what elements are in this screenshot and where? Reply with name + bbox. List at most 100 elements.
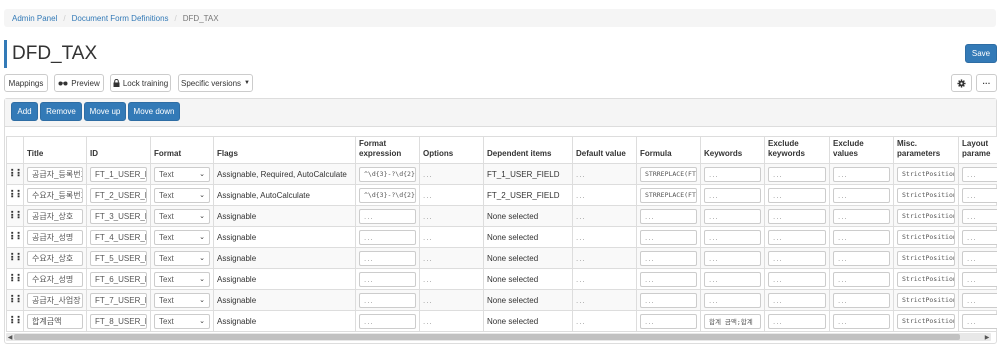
misc-parameters-cell-input[interactable]: StrictPosition [897,187,955,203]
drag-handle-cell[interactable]: ⠇⠇ [6,247,24,269]
keywords-cell-input[interactable]: ... [704,187,761,203]
keywords-cell-input[interactable]: ... [704,271,761,287]
column-header-formula[interactable]: Formula [636,136,701,164]
lock-training-button[interactable]: Lock training [110,74,171,92]
exclude-values-cell-input[interactable]: ... [833,166,890,182]
exclude-values-cell-input[interactable]: ... [833,208,890,224]
formula-cell-input[interactable]: ... [640,250,697,266]
drag-handle-icon[interactable]: ⠇⠇ [10,253,23,264]
misc-parameters-cell-input[interactable]: StrictPosition [897,271,955,287]
exclude-values-cell-input[interactable]: ... [833,271,890,287]
options-cell[interactable]: ... [419,247,484,269]
layout-parameters-cell-input[interactable]: ... [962,187,997,203]
misc-parameters-cell-input[interactable]: StrictPosition [897,250,955,266]
title-cell-input[interactable]: 수요자_성명 [27,271,83,287]
options-cell[interactable]: ... [419,310,484,332]
exclude-keywords-cell-input[interactable]: ... [768,229,826,245]
scroll-left-arrow-icon[interactable]: ◀ [6,333,14,341]
flags-cell[interactable]: Assignable [213,268,356,290]
move-up-button[interactable]: Move up [84,102,126,121]
column-header-flags[interactable]: Flags [213,136,356,164]
drag-handle-icon[interactable]: ⠇⠇ [10,190,23,201]
misc-parameters-cell-input[interactable]: StrictPosition [897,166,955,182]
format-expression-cell-input[interactable]: ... [359,229,416,245]
formula-cell-input[interactable]: STRREPLACE(FT [640,187,697,203]
flags-cell[interactable]: Assignable, Required, AutoCalculate [213,163,356,185]
more-options-button[interactable]: ··· [976,74,997,92]
keywords-cell-input[interactable]: 합계 금액;합계 [704,313,761,329]
drag-handle-icon[interactable]: ⠇⠇ [10,274,23,285]
format-expression-cell-input[interactable]: ... [359,292,416,308]
keywords-cell-input[interactable]: ... [704,166,761,182]
column-header-layout-parameters[interactable]: Layout parame [958,136,997,164]
title-cell-input[interactable]: 수요자_상호 [27,250,83,266]
preview-button[interactable]: Preview [54,74,104,92]
column-header-id[interactable]: ID [86,136,151,164]
format-select[interactable]: Text ⌄ [154,187,210,203]
dependent-items-cell[interactable]: FT_1_USER_FIELD [483,163,573,185]
exclude-keywords-cell-input[interactable]: ... [768,271,826,287]
format-select[interactable]: Text ⌄ [154,271,210,287]
flags-cell[interactable]: Assignable [213,289,356,311]
flags-cell[interactable]: Assignable [213,205,356,227]
default-value-cell[interactable]: ... [572,310,637,332]
id-cell-input[interactable]: FT_7_USER_F [90,292,147,308]
layout-parameters-cell-input[interactable]: ... [962,166,997,182]
misc-parameters-cell-input[interactable]: StrictPosition [897,208,955,224]
column-header-title[interactable]: Title [23,136,87,164]
exclude-values-cell-input[interactable]: ... [833,229,890,245]
dependent-items-cell[interactable]: None selected [483,247,573,269]
options-cell[interactable]: ... [419,205,484,227]
exclude-keywords-cell-input[interactable]: ... [768,187,826,203]
column-header-options[interactable]: Options [419,136,484,164]
title-cell-input[interactable]: 공급자_사업장 [27,292,83,308]
column-header-exclude-values[interactable]: Exclude values [829,136,894,164]
exclude-keywords-cell-input[interactable]: ... [768,250,826,266]
id-cell-input[interactable]: FT_1_USER_F [90,166,147,182]
flags-cell[interactable]: Assignable [213,226,356,248]
save-button[interactable]: Save [965,44,997,63]
formula-cell-input[interactable]: ... [640,271,697,287]
format-expression-cell-input[interactable]: ^\d{3}-?\d{2} [359,166,416,182]
move-down-button[interactable]: Move down [128,102,180,121]
default-value-cell[interactable]: ... [572,184,637,206]
exclude-keywords-cell-input[interactable]: ... [768,166,826,182]
dependent-items-cell[interactable]: None selected [483,226,573,248]
layout-parameters-cell-input[interactable]: ... [962,292,997,308]
default-value-cell[interactable]: ... [572,205,637,227]
breadcrumb-link-document-form-definitions[interactable]: Document Form Definitions [72,14,169,23]
drag-handle-cell[interactable]: ⠇⠇ [6,163,24,185]
keywords-cell-input[interactable]: ... [704,208,761,224]
keywords-cell-input[interactable]: ... [704,292,761,308]
drag-handle-icon[interactable]: ⠇⠇ [10,316,23,327]
format-select[interactable]: Text ⌄ [154,313,210,329]
default-value-cell[interactable]: ... [572,226,637,248]
title-cell-input[interactable]: 공급자_성명 [27,229,83,245]
format-expression-cell-input[interactable]: ... [359,250,416,266]
format-expression-cell-input[interactable]: ^\d{3}-?\d{2} [359,187,416,203]
remove-button[interactable]: Remove [40,102,82,121]
exclude-values-cell-input[interactable]: ... [833,292,890,308]
title-cell-input[interactable]: 수요자_등록번호 [27,187,83,203]
specific-versions-dropdown[interactable]: Specific versions ▼ [178,74,253,92]
drag-handle-cell[interactable]: ⠇⠇ [6,184,24,206]
add-button[interactable]: Add [11,102,38,121]
formula-cell-input[interactable]: ... [640,229,697,245]
dependent-items-cell[interactable]: None selected [483,310,573,332]
title-cell-input[interactable]: 공급자_상호 [27,208,83,224]
id-cell-input[interactable]: FT_6_USER_F [90,271,147,287]
dependent-items-cell[interactable]: FT_2_USER_FIELD [483,184,573,206]
options-cell[interactable]: ... [419,268,484,290]
flags-cell[interactable]: Assignable [213,247,356,269]
id-cell-input[interactable]: FT_2_USER_F [90,187,147,203]
format-select[interactable]: Text ⌄ [154,292,210,308]
layout-parameters-cell-input[interactable]: ... [962,229,997,245]
options-cell[interactable]: ... [419,226,484,248]
format-select[interactable]: Text ⌄ [154,250,210,266]
id-cell-input[interactable]: FT_4_USER_F [90,229,147,245]
id-cell-input[interactable]: FT_8_USER_F [90,313,147,329]
formula-cell-input[interactable]: STRREPLACE(FT [640,166,697,182]
exclude-values-cell-input[interactable]: ... [833,187,890,203]
horizontal-scrollbar-thumb[interactable] [14,334,960,340]
column-header-keywords[interactable]: Keywords [700,136,765,164]
